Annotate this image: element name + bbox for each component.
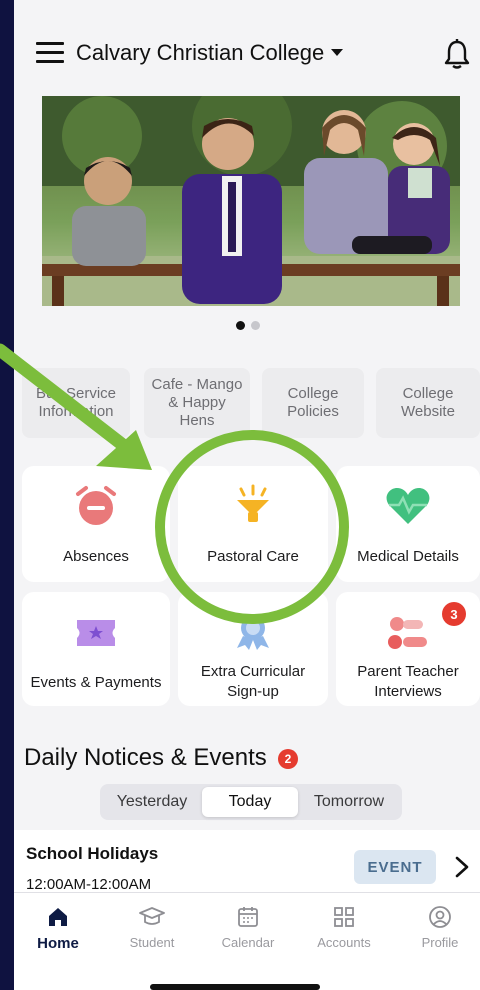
tab-profile[interactable]: Profile bbox=[400, 905, 480, 950]
segment-today[interactable]: Today bbox=[202, 787, 298, 817]
tile-parent-teacher[interactable]: 3 Parent Teacher Interviews bbox=[336, 592, 480, 706]
event-item[interactable]: School Holidays 12:00AM-12:00AM EVENT bbox=[14, 830, 480, 893]
user-circle-icon bbox=[429, 906, 451, 928]
notices-title: Daily Notices & Events bbox=[24, 744, 267, 771]
day-segmented-control: Yesterday Today Tomorrow bbox=[100, 784, 402, 820]
tab-calendar[interactable]: Calendar bbox=[208, 905, 288, 950]
carousel-dot-active[interactable] bbox=[236, 321, 245, 330]
quick-link-college-website[interactable]: College Website bbox=[376, 368, 480, 438]
calendar-icon bbox=[238, 907, 258, 927]
quick-link-college-policies[interactable]: College Policies bbox=[262, 368, 364, 438]
parent-teacher-badge: 3 bbox=[442, 602, 466, 626]
home-icon bbox=[49, 908, 67, 926]
ticket-icon bbox=[77, 620, 115, 646]
tile-pastoral-care-label: Pastoral Care bbox=[207, 548, 299, 565]
notices-badge: 2 bbox=[278, 749, 298, 769]
quick-links-row: Bus Service Information Cafe - Mango & H… bbox=[14, 368, 480, 438]
tab-home[interactable]: Home bbox=[18, 905, 98, 952]
menu-icon[interactable] bbox=[36, 42, 64, 64]
tile-medical-details-label: Medical Details bbox=[357, 548, 459, 565]
tab-accounts-label: Accounts bbox=[317, 935, 371, 950]
heart-icon bbox=[386, 488, 430, 524]
segment-tomorrow[interactable]: Tomorrow bbox=[302, 787, 396, 817]
tile-events-payments[interactable]: Events & Payments bbox=[22, 592, 170, 706]
tile-pastoral-care[interactable]: Pastoral Care bbox=[178, 466, 328, 582]
tab-student-label: Student bbox=[129, 935, 175, 950]
people-talk-icon bbox=[388, 617, 427, 649]
tab-home-label: Home bbox=[37, 935, 79, 952]
carousel-dot[interactable] bbox=[251, 321, 260, 330]
app-header: Calvary Christian College bbox=[14, 22, 480, 86]
alarm-clock-icon bbox=[76, 486, 116, 525]
tile-extra-curricular[interactable]: Extra Curricular Sign-up bbox=[178, 592, 328, 706]
tile-parent-teacher-label: Parent Teacher Interviews bbox=[357, 663, 459, 700]
carousel-dots[interactable] bbox=[236, 321, 260, 330]
segment-yesterday[interactable]: Yesterday bbox=[106, 787, 198, 817]
tile-medical-details[interactable]: Medical Details bbox=[336, 466, 480, 582]
chevron-right-icon[interactable] bbox=[454, 856, 470, 878]
tile-extra-curricular-label: Extra Curricular Sign-up bbox=[200, 663, 306, 700]
event-title: School Holidays bbox=[26, 844, 159, 863]
banner-image[interactable] bbox=[42, 96, 460, 306]
tab-profile-label: Profile bbox=[421, 935, 459, 950]
lamp-icon bbox=[237, 484, 269, 522]
grid-icon bbox=[334, 907, 354, 927]
caret-down-icon[interactable] bbox=[331, 49, 343, 56]
tile-events-payments-label: Events & Payments bbox=[30, 674, 162, 691]
graduation-cap-icon bbox=[139, 907, 165, 925]
ribbon-badge-icon bbox=[237, 616, 269, 650]
bell-icon[interactable] bbox=[442, 38, 472, 70]
event-time: 12:00AM-12:00AM bbox=[26, 876, 152, 893]
event-tag-badge: EVENT bbox=[354, 850, 436, 884]
tile-absences[interactable]: Absences bbox=[22, 466, 170, 582]
tab-student[interactable]: Student bbox=[112, 905, 192, 950]
bottom-tab-bar: Home Student Calendar Accounts Profile bbox=[14, 892, 480, 990]
quick-link-bus-service[interactable]: Bus Service Information bbox=[22, 368, 130, 438]
school-selector[interactable]: Calvary Christian College bbox=[76, 40, 324, 66]
home-indicator bbox=[150, 984, 320, 990]
tile-absences-label: Absences bbox=[63, 548, 129, 565]
quick-link-cafe[interactable]: Cafe - Mango & Happy Hens bbox=[144, 368, 250, 438]
tab-calendar-label: Calendar bbox=[221, 935, 275, 950]
tab-accounts[interactable]: Accounts bbox=[304, 905, 384, 950]
app-screen: Calvary Christian College Bus Service In… bbox=[14, 0, 480, 990]
